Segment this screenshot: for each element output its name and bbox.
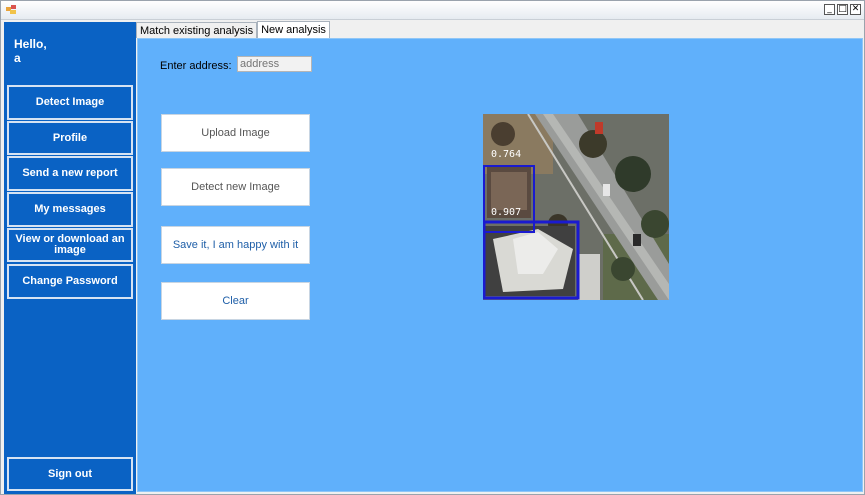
sidebar: Hello, a Detect Image Profile Send a new… <box>4 22 136 494</box>
tab-match-existing-analysis[interactable]: Match existing analysis <box>136 22 258 38</box>
clear-button[interactable]: Clear <box>161 282 310 320</box>
title-bar: _ □ ✕ <box>1 1 864 20</box>
upload-image-button[interactable]: Upload Image <box>161 114 310 152</box>
upload-image-label: Upload Image <box>201 127 270 139</box>
tab-strip: Match existing analysis New analysis <box>136 21 330 39</box>
address-label: Enter address: <box>160 60 232 72</box>
sidebar-item-label: My messages <box>34 203 106 215</box>
greeting: Hello, a <box>14 37 47 65</box>
clear-label: Clear <box>222 295 249 307</box>
aerial-image: 0.764 0.907 <box>483 114 669 300</box>
sign-out-button[interactable]: Sign out <box>7 457 133 491</box>
main-area: Match existing analysis New analysis Ent… <box>136 21 864 494</box>
address-input[interactable] <box>237 56 312 72</box>
save-analysis-button[interactable]: Save it, I am happy with it <box>161 226 310 264</box>
detection-score-1: 0.764 <box>491 149 521 160</box>
sign-out-label: Sign out <box>48 467 92 480</box>
maximize-button[interactable]: □ <box>837 4 848 15</box>
sidebar-item-detect-image[interactable]: Detect Image <box>7 85 133 120</box>
greeting-username: a <box>14 51 21 65</box>
sidebar-item-label: View or download an image <box>15 233 125 256</box>
detect-new-image-button[interactable]: Detect new Image <box>161 168 310 206</box>
tab-label: Match existing analysis <box>140 25 254 37</box>
sidebar-item-label: Profile <box>52 131 88 144</box>
detect-new-image-label: Detect new Image <box>191 181 280 193</box>
greeting-hello: Hello, <box>14 37 47 51</box>
sidebar-item-label: Detect Image <box>35 96 105 108</box>
save-analysis-label: Save it, I am happy with it <box>172 239 299 251</box>
new-analysis-panel: Enter address: Upload Image Detect new I… <box>137 38 863 492</box>
sidebar-item-my-messages[interactable]: My messages <box>7 192 133 227</box>
close-button[interactable]: ✕ <box>850 4 861 15</box>
app-icon <box>6 5 16 14</box>
tab-label: New analysis <box>261 24 326 36</box>
sidebar-item-change-password[interactable]: Change Password <box>7 264 133 299</box>
app-window: _ □ ✕ Hello, a Detect Image Profile Send… <box>0 0 865 495</box>
detection-preview-image: 0.764 0.907 <box>483 114 669 300</box>
sidebar-item-send-report[interactable]: Send a new report <box>7 156 133 191</box>
sidebar-item-label: Send a new report <box>22 167 118 179</box>
sidebar-item-label: Change Password <box>22 275 118 287</box>
sidebar-item-profile[interactable]: Profile <box>7 121 133 155</box>
tab-new-analysis[interactable]: New analysis <box>257 21 330 38</box>
detection-score-2: 0.907 <box>491 207 521 218</box>
minimize-button[interactable]: _ <box>824 4 835 15</box>
sidebar-item-view-download-image[interactable]: View or download an image <box>7 228 133 262</box>
